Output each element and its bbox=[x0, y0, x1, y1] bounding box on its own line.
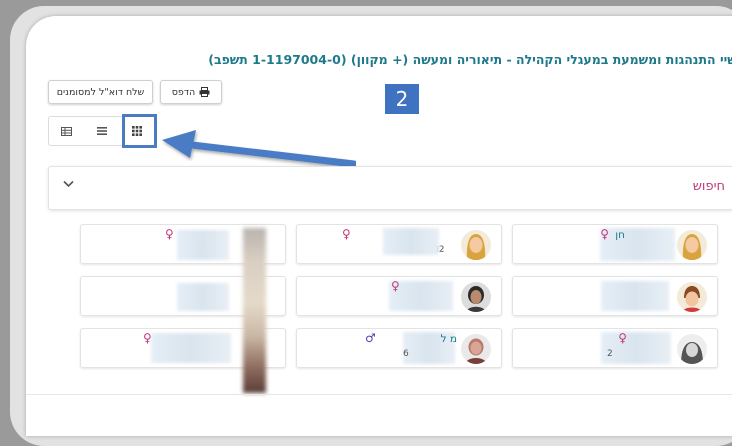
divider bbox=[26, 394, 732, 395]
student-card[interactable]: חן ♀ bbox=[512, 224, 718, 264]
print-label: הדפס bbox=[171, 86, 196, 98]
step-number-badge: 2 bbox=[385, 84, 419, 114]
student-id: 6 bbox=[403, 349, 409, 359]
avatar bbox=[677, 230, 707, 260]
student-card[interactable]: מ ל ♂ 6 bbox=[296, 328, 502, 368]
avatar bbox=[677, 282, 707, 312]
student-name: מ ל bbox=[440, 333, 457, 345]
avatar bbox=[677, 334, 707, 364]
student-card[interactable]: ♀ 2 bbox=[512, 328, 718, 368]
send-email-button[interactable]: שלח דוא"ל למסומנים bbox=[48, 80, 153, 104]
female-gender-icon: ♀ bbox=[618, 331, 627, 345]
list-icon bbox=[96, 127, 107, 135]
avatar bbox=[461, 230, 491, 260]
student-id: 2 bbox=[607, 349, 613, 359]
avatar bbox=[461, 282, 491, 312]
print-button[interactable]: הדפס bbox=[160, 80, 222, 104]
page-title: קשיי התנהגות ומשמעת במעגלי הקהילה - תיאו… bbox=[208, 52, 732, 67]
female-gender-icon: ♀ bbox=[391, 279, 400, 293]
avatar bbox=[461, 334, 491, 364]
student-card[interactable] bbox=[512, 276, 718, 316]
grid-icon bbox=[132, 126, 143, 136]
search-panel[interactable]: חיפוש bbox=[48, 166, 732, 210]
male-gender-icon: ♂ bbox=[365, 331, 376, 345]
course-page: קשיי התנהגות ומשמעת במעגלי הקהילה - תיאו… bbox=[26, 16, 732, 436]
female-gender-icon: ♀ bbox=[600, 227, 609, 241]
chevron-down-icon[interactable] bbox=[63, 180, 74, 188]
student-name: חן bbox=[615, 229, 625, 241]
student-card[interactable]: 304999002 ♀ bbox=[296, 224, 502, 264]
grid-view-button[interactable] bbox=[120, 114, 158, 148]
table-icon bbox=[61, 126, 73, 136]
table-view-button[interactable] bbox=[49, 117, 84, 145]
female-gender-icon: ♀ bbox=[165, 227, 174, 241]
view-mode-toggle bbox=[48, 114, 158, 148]
female-gender-icon: ♀ bbox=[342, 227, 351, 241]
redacted-photo bbox=[243, 228, 266, 393]
search-label: חיפוש bbox=[692, 179, 725, 194]
female-gender-icon: ♀ bbox=[143, 331, 152, 345]
student-card[interactable]: ♀ bbox=[296, 276, 502, 316]
send-email-label: שלח דוא"ל למסומנים bbox=[56, 86, 145, 98]
printer-icon bbox=[199, 87, 210, 97]
list-view-button[interactable] bbox=[84, 117, 119, 145]
